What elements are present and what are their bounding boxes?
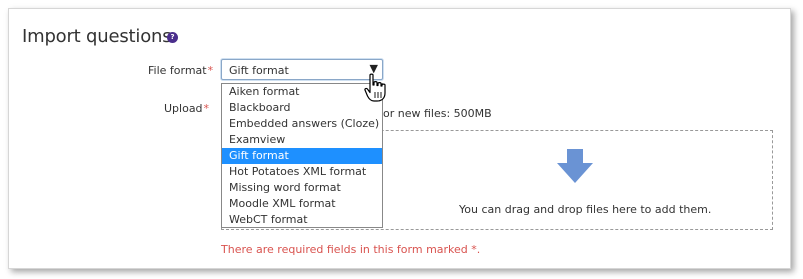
format-option-blackboard[interactable]: Blackboard [222,100,382,116]
page-title-text: Import questions [22,26,172,47]
file-format-select[interactable]: Gift format ▼ [221,59,383,80]
required-marker: * [203,102,210,115]
format-option-missing-word[interactable]: Missing word format [222,180,382,196]
format-option-aiken[interactable]: Aiken format [222,84,382,100]
page-title: Import questions [22,26,172,47]
file-format-label: File format* [148,64,213,77]
format-option-moodle-xml[interactable]: Moodle XML format [222,196,382,212]
max-size-text: or new files: 500MB [383,107,492,120]
drop-instructions: You can drag and drop files here to add … [459,203,712,216]
required-fields-note: There are required fields in this form m… [221,243,481,256]
upload-label-text: Upload [164,102,203,115]
required-marker: * [207,64,214,77]
file-format-label-text: File format [148,64,207,77]
format-option-cloze[interactable]: Embedded answers (Cloze) [222,116,382,132]
down-arrow-icon [557,149,593,183]
question-circle-icon[interactable]: ? [167,32,178,43]
file-format-dropdown[interactable]: Aiken format Blackboard Embedded answers… [221,83,383,228]
format-option-webct[interactable]: WebCT format [222,212,382,228]
upload-label: Upload* [164,102,209,115]
format-option-hot-potatoes[interactable]: Hot Potatoes XML format [222,164,382,180]
format-option-gift[interactable]: Gift format [222,148,382,164]
format-option-examview[interactable]: Examview [222,132,382,148]
hand-pointer-icon [364,73,386,102]
file-format-selected-value: Gift format [229,64,289,77]
